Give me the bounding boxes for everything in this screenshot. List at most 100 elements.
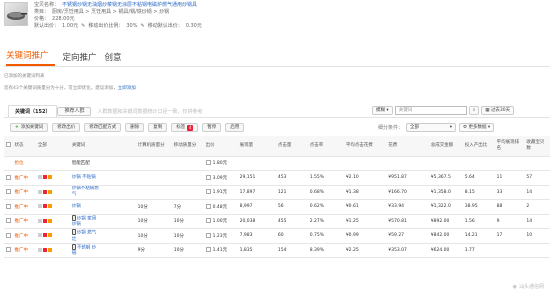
device-filter-select[interactable]: 全部 ▾ — [406, 123, 457, 132]
tab-recommended-crowd[interactable]: 推荐人群 — [57, 107, 92, 116]
checkbox[interactable] — [6, 142, 11, 148]
keyword-cell[interactable]: 不锈钢 炒锅 — [69, 243, 102, 258]
product-thumbnail — [4, 2, 28, 26]
mobile-quality-cell: 7分 — [171, 199, 204, 215]
checkbox[interactable] — [6, 174, 11, 180]
bid-cell[interactable]: 0.48元 — [203, 199, 238, 215]
date-range-select[interactable]: ▦ 过去30天 — [481, 106, 515, 115]
keyword-search-input[interactable]: 关键词 — [394, 106, 467, 115]
header-cpc[interactable]: 平均点击花费 — [343, 136, 387, 157]
tab-creative[interactable]: 创意 — [105, 51, 130, 66]
select-all-header[interactable] — [4, 136, 13, 157]
enable-button[interactable]: 启用 — [225, 123, 245, 132]
status-cell[interactable]: 推广中 — [12, 214, 36, 229]
checkbox[interactable] — [6, 218, 11, 224]
header-ctr[interactable]: 点击率 — [307, 136, 344, 157]
keyword-cell[interactable]: 炒锅 燃气灶 — [69, 228, 102, 244]
bid-value[interactable]: 1.23元 — [213, 234, 228, 239]
fav-cell: 14 — [524, 185, 550, 200]
toolbar: + 添加关键词 修改出价 修改匹配方式 删除 复制 标签 4 暂停 启用 — [10, 123, 245, 132]
header-bid[interactable]: 出价 — [203, 136, 238, 157]
quality-dot-icon — [47, 204, 52, 208]
status-cell[interactable]: 推广中 — [12, 243, 36, 258]
bid-cell[interactable]: 1.91元 — [203, 185, 238, 200]
edit-match-button[interactable]: 修改匹配方式 — [84, 123, 122, 132]
rank-cell: 33 — [494, 185, 525, 200]
tab-keywords[interactable]: 关键词（152） — [8, 105, 58, 117]
bid-cell[interactable]: 1.00元 — [203, 214, 238, 229]
product-info: 宝贝名称： 不锈钢炒锅无油烟炒菜锅无涂层不粘锅电磁炉燃气通用炒锅具 类目： 厨房/烹… — [34, 2, 202, 30]
bid-cell[interactable]: 1.23元 — [203, 228, 238, 244]
status-cell[interactable]: 推广中 — [12, 199, 36, 215]
header-all[interactable]: 全部 — [35, 136, 62, 157]
checkbox[interactable] — [6, 232, 11, 238]
tab-keyword-promo[interactable]: 关键词推广 — [6, 49, 55, 66]
select-cell[interactable] — [4, 214, 13, 229]
logo-icon: ◉ — [512, 283, 517, 290]
pause-button[interactable]: 暂停 — [202, 123, 222, 132]
header-keyword[interactable]: 关键词 — [69, 136, 102, 157]
spacer — [61, 185, 70, 200]
add-now-link[interactable]: 立即添加 — [118, 86, 136, 91]
device-cell — [101, 185, 136, 200]
keyword-text[interactable]: 炒锅 不粘锅 — [72, 175, 96, 180]
header-mobile-quality[interactable]: 移动质量分 — [171, 136, 204, 157]
bid-value[interactable]: 3.09元 — [213, 176, 228, 181]
header-pc-quality[interactable]: 计算机质量分 — [135, 136, 172, 157]
bid-cell[interactable]: 1.80元 — [203, 156, 238, 171]
bid-value[interactable]: 1.41元 — [213, 248, 228, 253]
select-cell[interactable] — [4, 243, 13, 258]
edit-bid-button[interactable]: 修改出价 — [52, 123, 81, 132]
select-cell[interactable] — [4, 199, 13, 215]
select-cell[interactable] — [4, 170, 13, 186]
bid-cell[interactable]: 1.41元 — [203, 243, 238, 258]
select-cell[interactable] — [4, 228, 13, 244]
bid-mobile-icon — [205, 189, 211, 195]
bid-value[interactable]: 1.00元 — [213, 219, 228, 224]
keyword-table: 状态 全部 关键词 计算机质量分 移动质量分 出价 展现量 点击量 点击率 平均… — [4, 136, 550, 258]
spacer — [61, 228, 70, 244]
delete-button[interactable]: 删除 — [125, 123, 145, 132]
add-keyword-button[interactable]: + 添加关键词 — [10, 123, 49, 132]
clicks-cell: 453 — [275, 170, 308, 186]
checkbox[interactable] — [6, 203, 11, 209]
tag-button[interactable]: 标签 4 — [171, 123, 199, 132]
header-fav[interactable]: 收藏宝贝数 — [524, 136, 550, 157]
header-clicks[interactable]: 点击量 — [275, 136, 308, 157]
edit-icon[interactable]: ✎ — [81, 23, 85, 30]
clicks-cell: 60 — [275, 228, 308, 244]
match-mode-select[interactable]: 模糊 ▾ — [372, 106, 393, 115]
header-impressions[interactable]: 展现量 — [237, 136, 276, 157]
copy-button[interactable]: 复制 — [148, 123, 168, 132]
status-cell[interactable]: 推广中 — [12, 228, 36, 244]
status-cell[interactable]: 抢位 — [12, 156, 36, 171]
product-title-link[interactable]: 不锈钢炒锅无油烟炒菜锅无涂层不粘锅电磁炉燃气通用炒锅具 — [62, 2, 197, 9]
keyword-cell[interactable]: 炒锅 家用炒锅 — [69, 214, 102, 229]
checkbox[interactable] — [6, 247, 11, 253]
bid-value[interactable]: 1.91元 — [213, 190, 228, 195]
search-icon[interactable]: ⌕ — [468, 106, 480, 115]
edit-icon[interactable]: ✎ — [141, 23, 145, 30]
ctr-cell: 8.39% — [307, 243, 344, 258]
bid-value[interactable]: 0.48元 — [213, 205, 228, 210]
header-spend[interactable]: 花费 — [386, 136, 429, 157]
status-cell[interactable]: 推广中 — [12, 170, 36, 186]
header-rank[interactable]: 平均展现排名 — [494, 136, 525, 157]
mobile-quality-cell — [171, 170, 204, 186]
header-status[interactable]: 状态 — [12, 136, 36, 157]
status-cell[interactable]: 推广中 — [12, 185, 36, 200]
more-data-button[interactable]: ⚙ 更多数据 ▾ — [459, 123, 495, 132]
clicks-cell: 56 — [275, 199, 308, 215]
keyword-cell[interactable]: 炒锅 不粘锅 — [69, 170, 102, 186]
checkbox[interactable] — [6, 189, 11, 195]
tab-targeted-promo[interactable]: 定向推广 — [63, 51, 105, 66]
keyword-cell[interactable]: 炒锅 — [69, 199, 102, 215]
keyword-text[interactable]: 炒锅 — [72, 204, 81, 209]
more-data-label: 更多数据 — [468, 124, 487, 130]
header-roi[interactable]: 投入产出比 — [462, 136, 495, 157]
header-gmv[interactable]: 总成交金额 — [428, 136, 463, 157]
keyword-cell[interactable]: 炒锅不粘锅燃气 — [69, 185, 102, 200]
select-cell[interactable] — [4, 185, 13, 200]
keyword-text[interactable]: 炒锅不粘锅燃气 — [72, 186, 99, 197]
bid-cell[interactable]: 3.09元 — [203, 170, 238, 186]
